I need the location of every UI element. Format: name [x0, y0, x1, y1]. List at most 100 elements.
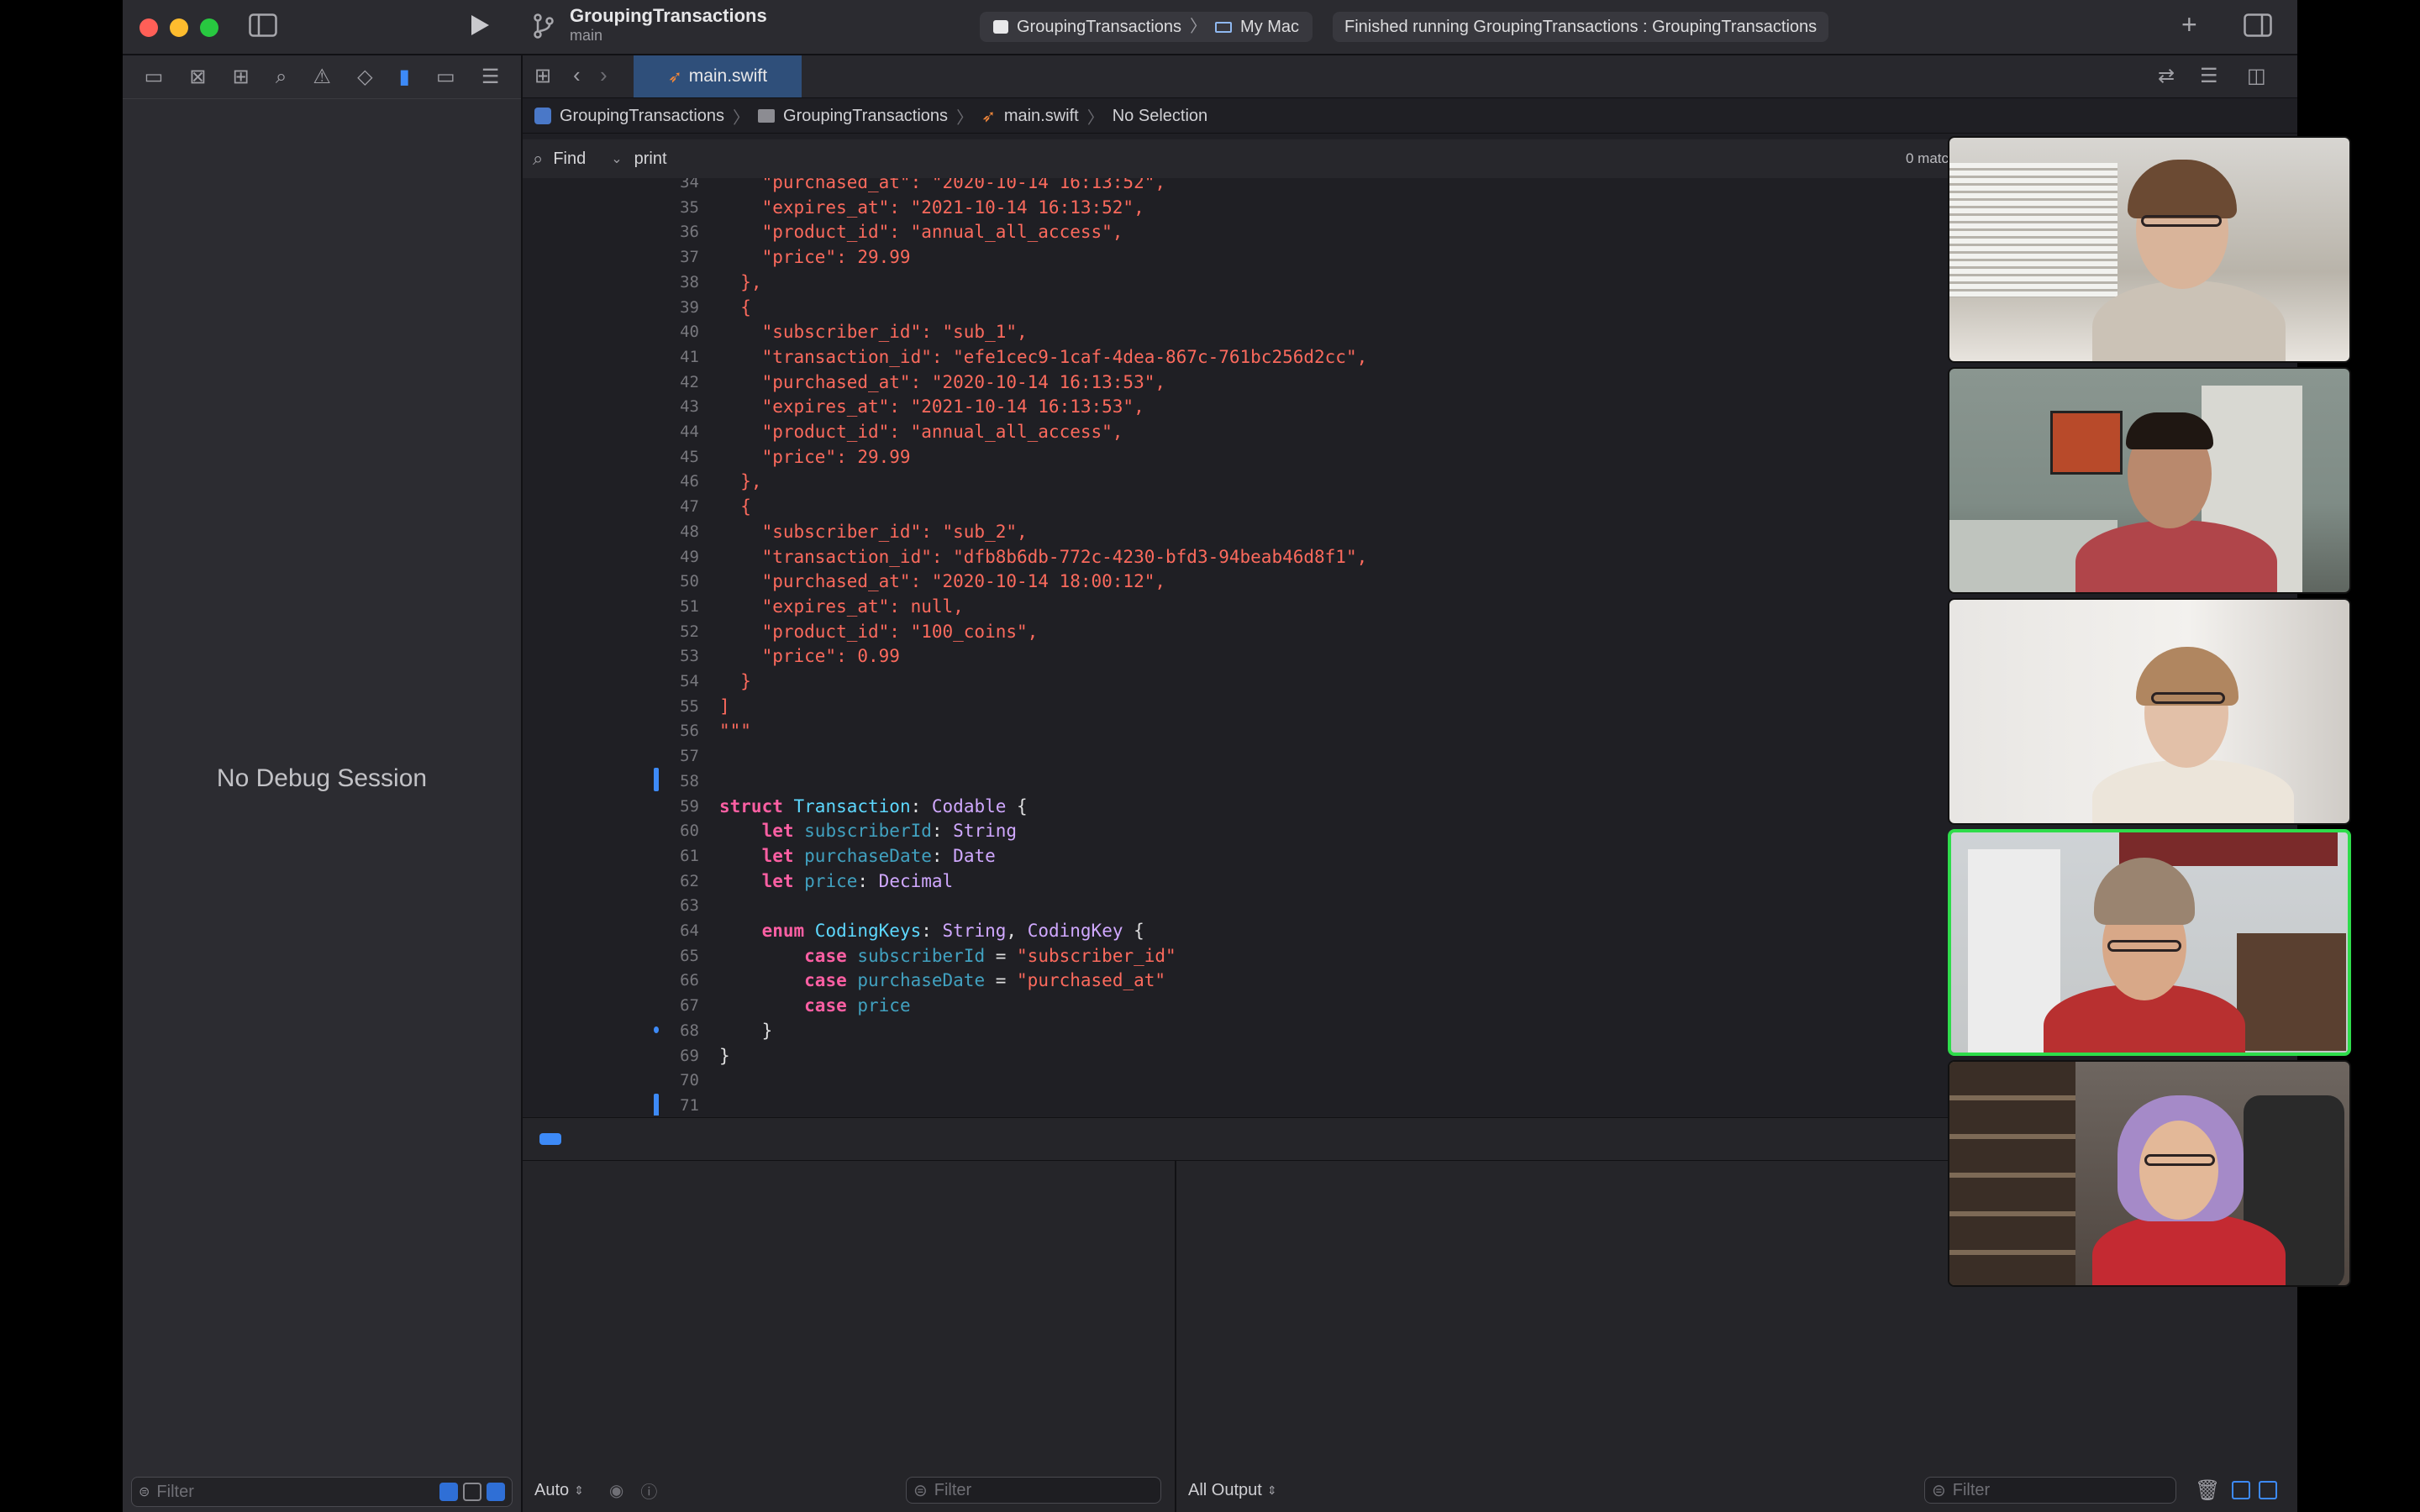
code-line[interactable]: 68 }: [523, 1018, 2065, 1043]
minimize-window-button[interactable]: [170, 18, 188, 37]
split-editor-icon[interactable]: ◫: [2247, 64, 2266, 88]
code-line[interactable]: 38 },: [523, 270, 2065, 295]
variables-mode-selector[interactable]: Auto: [534, 1481, 569, 1500]
code-line[interactable]: 55]: [523, 694, 2065, 719]
code-line[interactable]: 60 let subscriberId: String: [523, 818, 2065, 843]
code-line[interactable]: 43 "expires_at": "2021-10-14 16:13:53",: [523, 394, 2065, 419]
swift-file-icon: ➶: [667, 67, 682, 87]
output-mode-selector[interactable]: All Output: [1188, 1481, 1262, 1500]
editor-options-icon[interactable]: ☰: [2200, 64, 2218, 88]
code-line[interactable]: 35 "expires_at": "2021-10-14 16:13:52",: [523, 195, 2065, 220]
code-line[interactable]: 34 "purchased_at": "2020-10-14 16:13:52"…: [523, 178, 2065, 195]
add-icon[interactable]: +: [2181, 11, 2197, 38]
video-tile-participant[interactable]: [1948, 367, 2351, 594]
test-icon[interactable]: ◇: [357, 65, 372, 89]
code-line[interactable]: 65 case subscriberId = "subscriber_id": [523, 943, 2065, 969]
breakpoint-icon[interactable]: ▭: [436, 65, 455, 89]
code-line[interactable]: 67 case price: [523, 993, 2065, 1018]
show-console-icon[interactable]: [2259, 1481, 2278, 1499]
forward-icon[interactable]: ›: [600, 62, 608, 88]
filter-option-icon[interactable]: [463, 1483, 481, 1501]
report-icon[interactable]: ☰: [481, 65, 500, 89]
code-line[interactable]: 50 "purchased_at": "2020-10-14 18:00:12"…: [523, 569, 2065, 594]
line-number: 36: [680, 223, 699, 242]
video-tile-participant-active[interactable]: [1948, 829, 2351, 1056]
breadcrumb-file[interactable]: main.swift: [1004, 107, 1079, 126]
zoom-window-button[interactable]: [200, 18, 218, 37]
toggle-debug-area-icon[interactable]: [539, 1133, 561, 1145]
branch-icon: [533, 13, 555, 44]
video-tile-participant[interactable]: [1948, 1060, 2351, 1287]
code-line[interactable]: 36 "product_id": "annual_all_access",: [523, 219, 2065, 244]
breadcrumb-project[interactable]: GroupingTransactions: [560, 107, 724, 126]
code-line[interactable]: 46 },: [523, 469, 2065, 494]
line-number: 64: [680, 921, 699, 940]
code-line[interactable]: 66 case purchaseDate = "purchased_at": [523, 968, 2065, 993]
code-line[interactable]: 69}: [523, 1043, 2065, 1068]
code-line[interactable]: 58: [523, 769, 2065, 794]
scheme-selector[interactable]: GroupingTransactions 〉 My Mac: [980, 12, 1313, 42]
code-line[interactable]: 44 "product_id": "annual_all_access",: [523, 419, 2065, 444]
code-line[interactable]: 59 struct Transaction: Codable {: [523, 794, 2065, 819]
console-filter[interactable]: ⊜ Filter: [1924, 1477, 2176, 1504]
warning-icon[interactable]: ⚠: [313, 65, 331, 89]
back-icon[interactable]: ‹: [573, 62, 581, 88]
code-line[interactable]: 42 "purchased_at": "2020-10-14 16:13:53"…: [523, 370, 2065, 395]
line-number: 49: [680, 547, 699, 566]
inspector-toggle-icon[interactable]: [2244, 13, 2272, 42]
code-line[interactable]: 48 "subscriber_id": "sub_2",: [523, 519, 2065, 544]
code-line[interactable]: 49 "transaction_id": "dfb8b6db-772c-4230…: [523, 544, 2065, 570]
code-line[interactable]: 70: [523, 1068, 2065, 1093]
code-token: }: [719, 671, 751, 691]
code-line[interactable]: 45 "price": 29.99: [523, 444, 2065, 470]
code-line[interactable]: 39 {: [523, 295, 2065, 320]
code-line[interactable]: 41 "transaction_id": "efe1cec9-1caf-4dea…: [523, 344, 2065, 370]
code-text: """: [719, 718, 751, 743]
line-number: 65: [680, 946, 699, 965]
code-line[interactable]: 71: [523, 1093, 2065, 1116]
tab-main-swift[interactable]: ➶ main.swift: [634, 55, 802, 97]
code-line[interactable]: 64 enum CodingKeys: String, CodingKey {: [523, 918, 2065, 943]
breadcrumb-selection[interactable]: No Selection: [1113, 107, 1207, 126]
code-line[interactable]: 47 {: [523, 494, 2065, 519]
navigator-filter[interactable]: ⊜ Filter: [131, 1477, 513, 1507]
show-variables-icon[interactable]: [2232, 1481, 2251, 1499]
jump-bar: GroupingTransactions 〉 GroupingTransacti…: [523, 99, 2297, 134]
code-editor[interactable]: 34 "purchased_at": "2020-10-14 16:13:52"…: [523, 178, 2065, 1116]
swap-icon[interactable]: ⇄: [2158, 64, 2175, 88]
code-line[interactable]: 57: [523, 743, 2065, 769]
debug-icon[interactable]: ▮: [399, 65, 410, 89]
find-input[interactable]: print: [634, 150, 667, 169]
video-tile-participant[interactable]: [1948, 598, 2351, 825]
code-line[interactable]: 53 "price": 0.99: [523, 643, 2065, 669]
breadcrumb-group[interactable]: GroupingTransactions: [783, 107, 948, 126]
code-line[interactable]: 63: [523, 893, 2065, 918]
run-icon[interactable]: [469, 13, 491, 42]
source-control-icon[interactable]: ⊠: [189, 65, 206, 89]
code-line[interactable]: 51 "expires_at": null,: [523, 594, 2065, 619]
find-mode-selector[interactable]: Find: [553, 150, 586, 169]
code-line[interactable]: 62 let price: Decimal: [523, 869, 2065, 894]
info-icon[interactable]: ⓘ: [640, 1478, 657, 1503]
code-line[interactable]: 37 "price": 29.99: [523, 244, 2065, 270]
code-line[interactable]: 61 let purchaseDate: Date: [523, 843, 2065, 869]
sidebar-toggle-icon[interactable]: [249, 13, 277, 42]
filter-icon: ⊜: [913, 1481, 928, 1500]
symbol-icon[interactable]: ⊞: [233, 65, 250, 89]
variables-filter[interactable]: ⊜ Filter: [906, 1477, 1161, 1504]
trash-icon[interactable]: 🗑: [2195, 1478, 2220, 1503]
filter-option-icon[interactable]: [487, 1483, 505, 1501]
grid-icon[interactable]: ⊞: [534, 64, 551, 88]
code-line[interactable]: 40 "subscriber_id": "sub_1",: [523, 319, 2065, 344]
search-icon[interactable]: ⌕: [276, 66, 287, 89]
video-tile-participant[interactable]: [1948, 136, 2351, 363]
filter-option-icon[interactable]: [439, 1483, 458, 1501]
code-line[interactable]: 54 }: [523, 669, 2065, 694]
chevron-down-icon[interactable]: ⌄: [611, 150, 622, 167]
folder-icon[interactable]: ▭: [145, 65, 164, 89]
code-line[interactable]: 56 """: [523, 718, 2065, 743]
code-line[interactable]: 52 "product_id": "100_coins",: [523, 619, 2065, 644]
close-window-button[interactable]: [139, 18, 158, 37]
eye-icon[interactable]: ◉: [609, 1480, 623, 1501]
